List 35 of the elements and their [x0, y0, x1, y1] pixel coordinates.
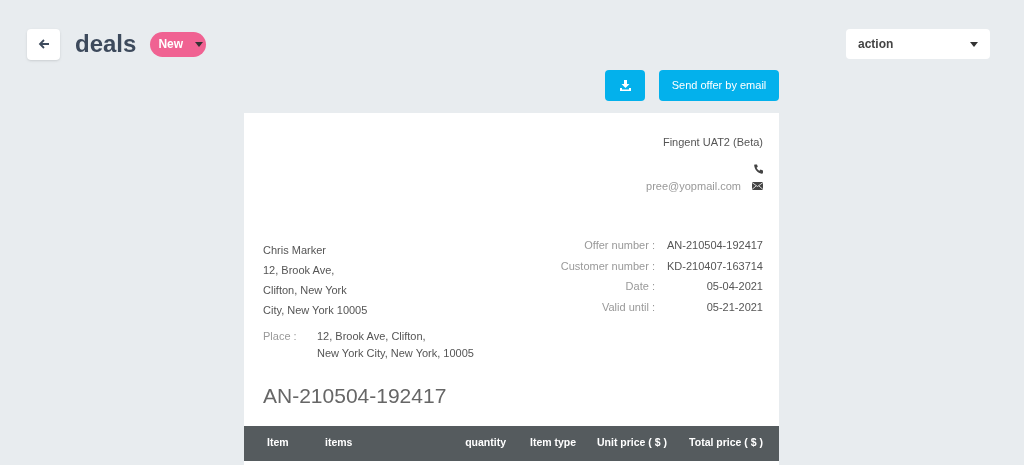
column-header: Total price ( $ ) — [688, 435, 763, 451]
action-select[interactable]: action — [846, 29, 990, 59]
detail-label: Date : — [624, 279, 655, 294]
column-header: Item — [266, 435, 290, 451]
detail-value: 05-04-2021 — [705, 279, 763, 294]
back-button[interactable] — [27, 28, 60, 60]
download-icon — [619, 80, 631, 91]
caret-icon — [195, 41, 204, 47]
address-line: 12, Brook Ave, — [263, 263, 336, 278]
status-dropdown[interactable]: New — [150, 31, 207, 57]
detail-label: Customer number : — [560, 258, 655, 274]
caret-icon — [970, 41, 978, 47]
column-header: quantity — [464, 435, 506, 451]
back-arrow-icon — [37, 38, 50, 50]
address-line: City, New York 10005 — [263, 303, 369, 318]
detail-label: Offer number : — [583, 238, 655, 253]
detail-label: Valid until : — [600, 299, 655, 315]
detail-value: AN-210504-192417 — [666, 238, 763, 253]
email-text: pree@yopmail.com — [646, 178, 741, 194]
place-label: Place : — [263, 329, 298, 344]
detail-value: KD-210407-163714 — [666, 258, 763, 274]
phone-icon — [754, 163, 763, 174]
detail-value: 05-21-2021 — [705, 299, 763, 315]
column-header: Item type — [529, 435, 578, 451]
company-name: Fingent UAT2 (Beta) — [662, 135, 763, 150]
column-header: items — [325, 435, 354, 451]
column-header: Unit price ( $ ) — [597, 435, 667, 451]
address-line: Clifton, New York — [263, 283, 348, 298]
send-offer-button[interactable]: Send offer by email — [659, 70, 779, 101]
page-title: deals — [75, 29, 137, 59]
envelope-icon — [752, 181, 763, 190]
place-line: New York City, New York, 10005 — [317, 346, 474, 361]
address-line: Chris Marker — [263, 243, 327, 258]
place-line: 12, Brook Ave, Clifton, — [317, 329, 427, 344]
offer-number-heading: AN-210504-192417 — [262, 383, 448, 409]
